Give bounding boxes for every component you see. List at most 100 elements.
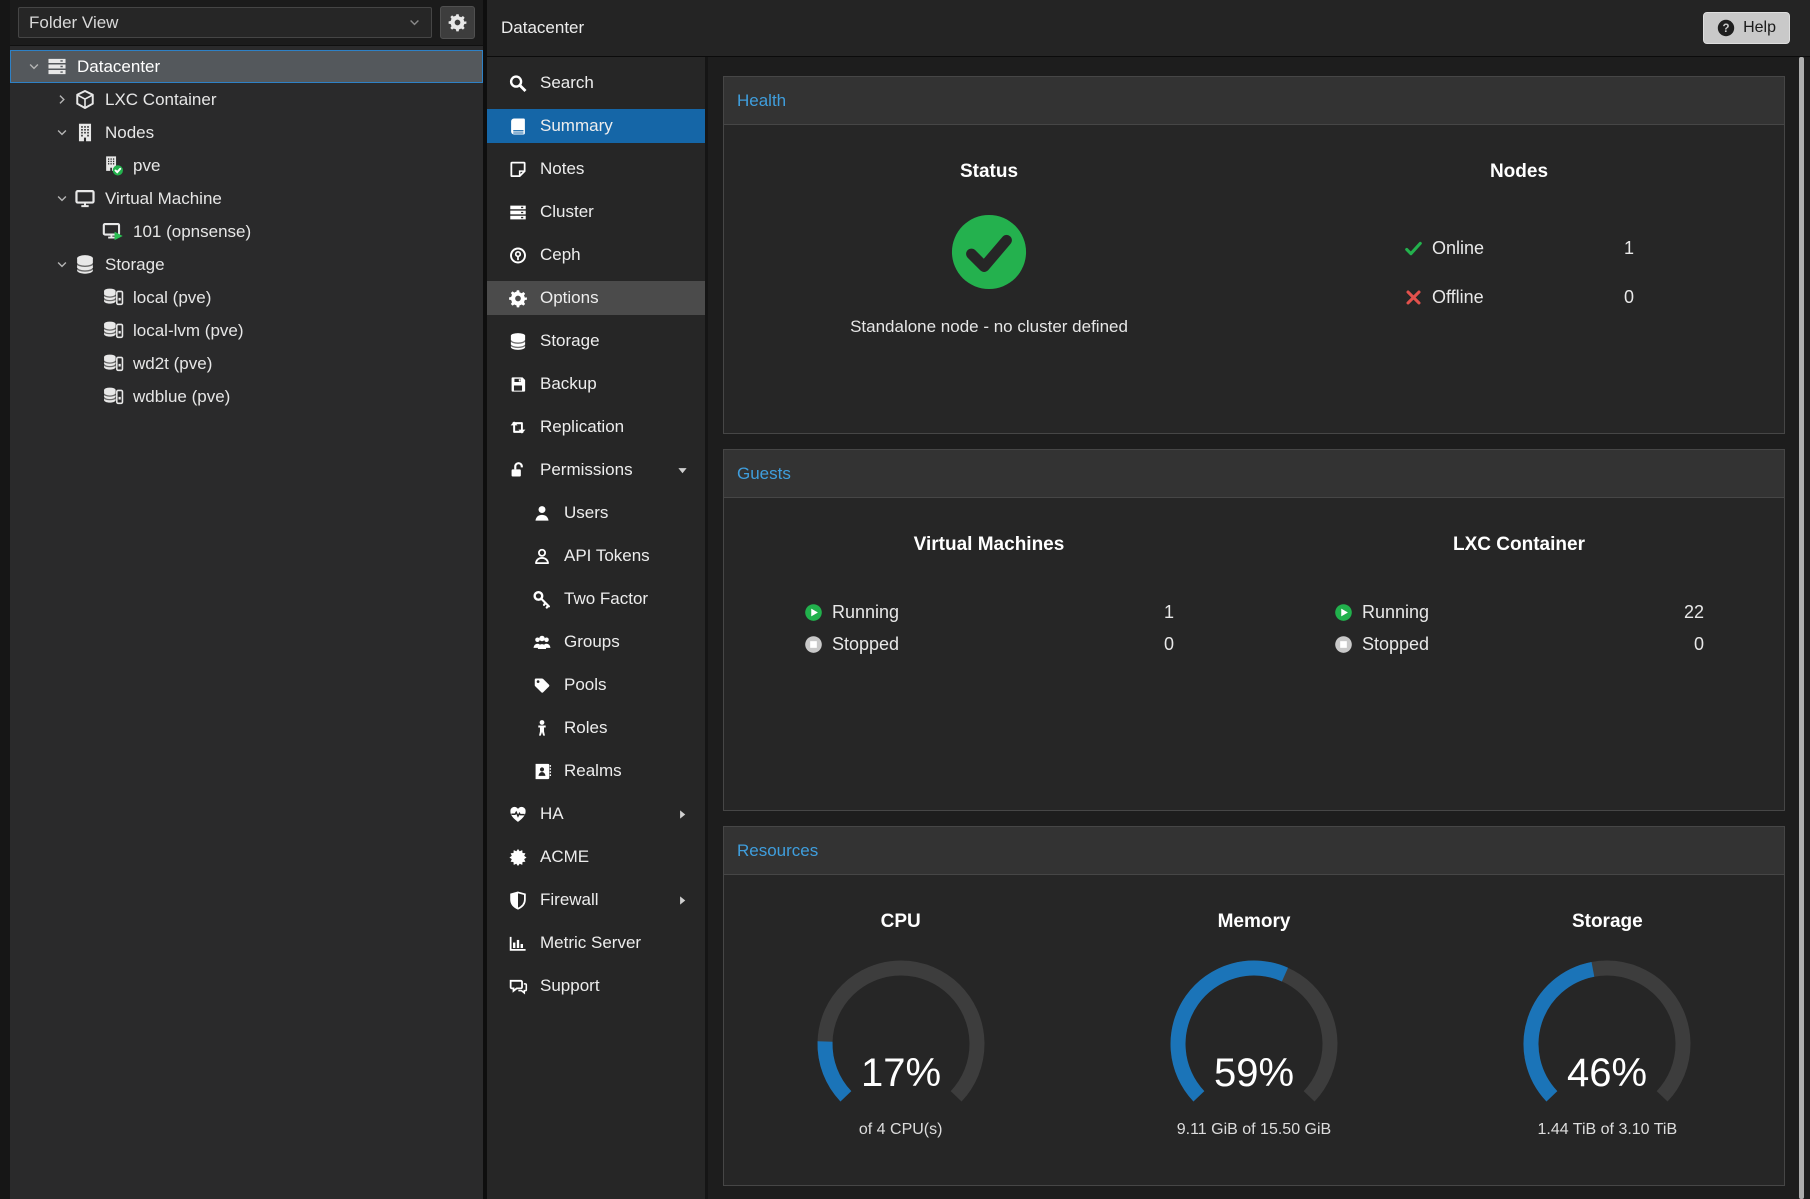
chevron-right-icon[interactable] — [50, 93, 74, 106]
tree-item-local-lvm-pve[interactable]: local-lvm (pve) — [10, 314, 483, 347]
storage-leaf-icon — [102, 386, 124, 407]
tree-item-local-pve[interactable]: local (pve) — [10, 281, 483, 314]
nav-item-backup[interactable]: Backup — [487, 367, 705, 401]
cluster-icon — [508, 203, 528, 222]
vertical-scrollbar[interactable] — [1799, 57, 1804, 1199]
nav-item-storage[interactable]: Storage — [487, 324, 705, 358]
nav-item-options[interactable]: Options — [487, 281, 705, 315]
nav-item-roles[interactable]: Roles — [487, 711, 705, 745]
nodes-offline-row: Offline 0 — [1404, 282, 1634, 312]
nav-item-search[interactable]: Search — [487, 66, 705, 100]
nav-item-realms[interactable]: Realms — [487, 754, 705, 788]
nav-item-users[interactable]: Users — [487, 496, 705, 530]
nav-item-two-factor[interactable]: Two Factor — [487, 582, 705, 616]
memory-gauge-column: Memory 59% 9.11 GiB of 15.50 GiB — [1077, 875, 1430, 1185]
cross-icon — [1404, 288, 1423, 307]
nav-item-firewall[interactable]: Firewall — [487, 883, 705, 917]
svg-text:?: ? — [1723, 23, 1730, 35]
guests-panel: Guests Virtual Machines Running 1 — [723, 449, 1785, 811]
tree-item-virtual-machine[interactable]: Virtual Machine — [10, 182, 483, 215]
unlock-icon — [508, 461, 528, 480]
page-title: Datacenter — [501, 18, 584, 38]
proxmox-app: Folder View Datacenter LXC Container Nodes… — [0, 0, 1810, 1199]
virtual-machines-column: Virtual Machines Running 1 Stopped — [724, 498, 1254, 810]
status-message: Standalone node - no cluster defined — [724, 317, 1254, 337]
chevron-down-icon[interactable] — [50, 258, 74, 271]
vm-running-icon — [102, 221, 124, 242]
tree-item-datacenter[interactable]: Datacenter — [10, 50, 483, 83]
lxc-stopped-value: 0 — [1694, 634, 1704, 655]
resources-panel-header: Resources — [724, 827, 1784, 875]
tree-item-wd2t-pve[interactable]: wd2t (pve) — [10, 347, 483, 380]
storage-leaf-icon — [102, 287, 124, 308]
tree-settings-button[interactable] — [440, 6, 475, 39]
tree-item-wdblue-pve[interactable]: wdblue (pve) — [10, 380, 483, 413]
caret-right-icon — [677, 895, 688, 906]
view-selector-value: Folder View — [29, 13, 118, 33]
nav-item-groups[interactable]: Groups — [487, 625, 705, 659]
chevron-down-icon[interactable] — [50, 192, 74, 205]
nav-item-ceph[interactable]: Ceph — [487, 238, 705, 272]
nav-item-label: Options — [540, 288, 599, 308]
group-icon — [532, 633, 552, 652]
help-button[interactable]: ? Help — [1703, 12, 1790, 44]
play-circle-icon — [804, 603, 823, 622]
tree-item-lxc-container[interactable]: LXC Container — [10, 83, 483, 116]
topbar: Datacenter ? Help — [487, 0, 1810, 57]
nav-item-label: Two Factor — [564, 589, 648, 609]
nav-item-label: Cluster — [540, 202, 594, 222]
nav-item-label: Roles — [564, 718, 607, 738]
nav-item-notes[interactable]: Notes — [487, 152, 705, 186]
replication-icon — [508, 418, 528, 437]
database-icon — [508, 332, 528, 351]
health-panel-header: Health — [724, 77, 1784, 125]
health-panel-title: Health — [737, 91, 786, 111]
chevron-down-icon — [408, 16, 421, 29]
tree-toolbar: Folder View — [10, 0, 483, 46]
heartbeat-icon — [508, 805, 528, 824]
chevron-down-icon[interactable] — [50, 126, 74, 139]
tree-item-storage[interactable]: Storage — [10, 248, 483, 281]
vm-running-value: 1 — [1164, 602, 1174, 623]
nav-item-pools[interactable]: Pools — [487, 668, 705, 702]
nav-item-cluster[interactable]: Cluster — [487, 195, 705, 229]
tree-item-101-opnsense[interactable]: 101 (opnsense) — [10, 215, 483, 248]
storage-gauge-title: Storage — [1431, 911, 1784, 933]
vm-stopped-label: Stopped — [832, 634, 899, 655]
nav-item-label: Backup — [540, 374, 597, 394]
tree-item-label: Datacenter — [77, 57, 160, 77]
key-icon — [532, 590, 552, 609]
floppy-icon — [508, 375, 528, 394]
tree-item-nodes[interactable]: Nodes — [10, 116, 483, 149]
nav-item-metric-server[interactable]: Metric Server — [487, 926, 705, 960]
nav-item-ha[interactable]: HA — [487, 797, 705, 831]
nav-item-api-tokens[interactable]: API Tokens — [487, 539, 705, 573]
nav-item-summary[interactable]: Summary — [487, 109, 705, 143]
search-icon — [508, 74, 528, 93]
chevron-down-icon[interactable] — [22, 60, 46, 73]
check-icon — [1404, 239, 1423, 258]
memory-gauge: 59% — [1149, 959, 1359, 1109]
tree-item-label: Storage — [105, 255, 165, 275]
tree-item-label: local (pve) — [133, 288, 211, 308]
nav-item-replication[interactable]: Replication — [487, 410, 705, 444]
nav-item-label: HA — [540, 804, 564, 824]
user-icon — [532, 504, 552, 523]
nav-item-support[interactable]: Support — [487, 969, 705, 1003]
view-selector[interactable]: Folder View — [18, 7, 432, 38]
tree-item-label: Nodes — [105, 123, 154, 143]
nodes-column: Nodes Online 1 Offline 0 — [1254, 125, 1784, 433]
cpu-gauge: 17% — [796, 959, 1006, 1109]
nav-item-permissions[interactable]: Permissions — [487, 453, 705, 487]
cpu-gauge-sublabel: of 4 CPU(s) — [724, 1121, 1077, 1139]
resource-tree-panel: Folder View Datacenter LXC Container Nodes… — [0, 0, 487, 1199]
storage-gauge: 46% — [1502, 959, 1712, 1109]
person-icon — [532, 719, 552, 738]
nav-item-label: Search — [540, 73, 594, 93]
storage-gauge-sublabel: 1.44 TiB of 3.10 TiB — [1431, 1121, 1784, 1139]
datacenter-nav: Search Summary Notes Cluster Ceph Options Stor… — [487, 57, 708, 1199]
cluster-status-column: Status Standalone node - no cluster defi… — [724, 125, 1254, 433]
vm-stopped-row: Stopped 0 — [804, 628, 1174, 660]
nav-item-acme[interactable]: ACME — [487, 840, 705, 874]
tree-item-pve[interactable]: pve — [10, 149, 483, 182]
